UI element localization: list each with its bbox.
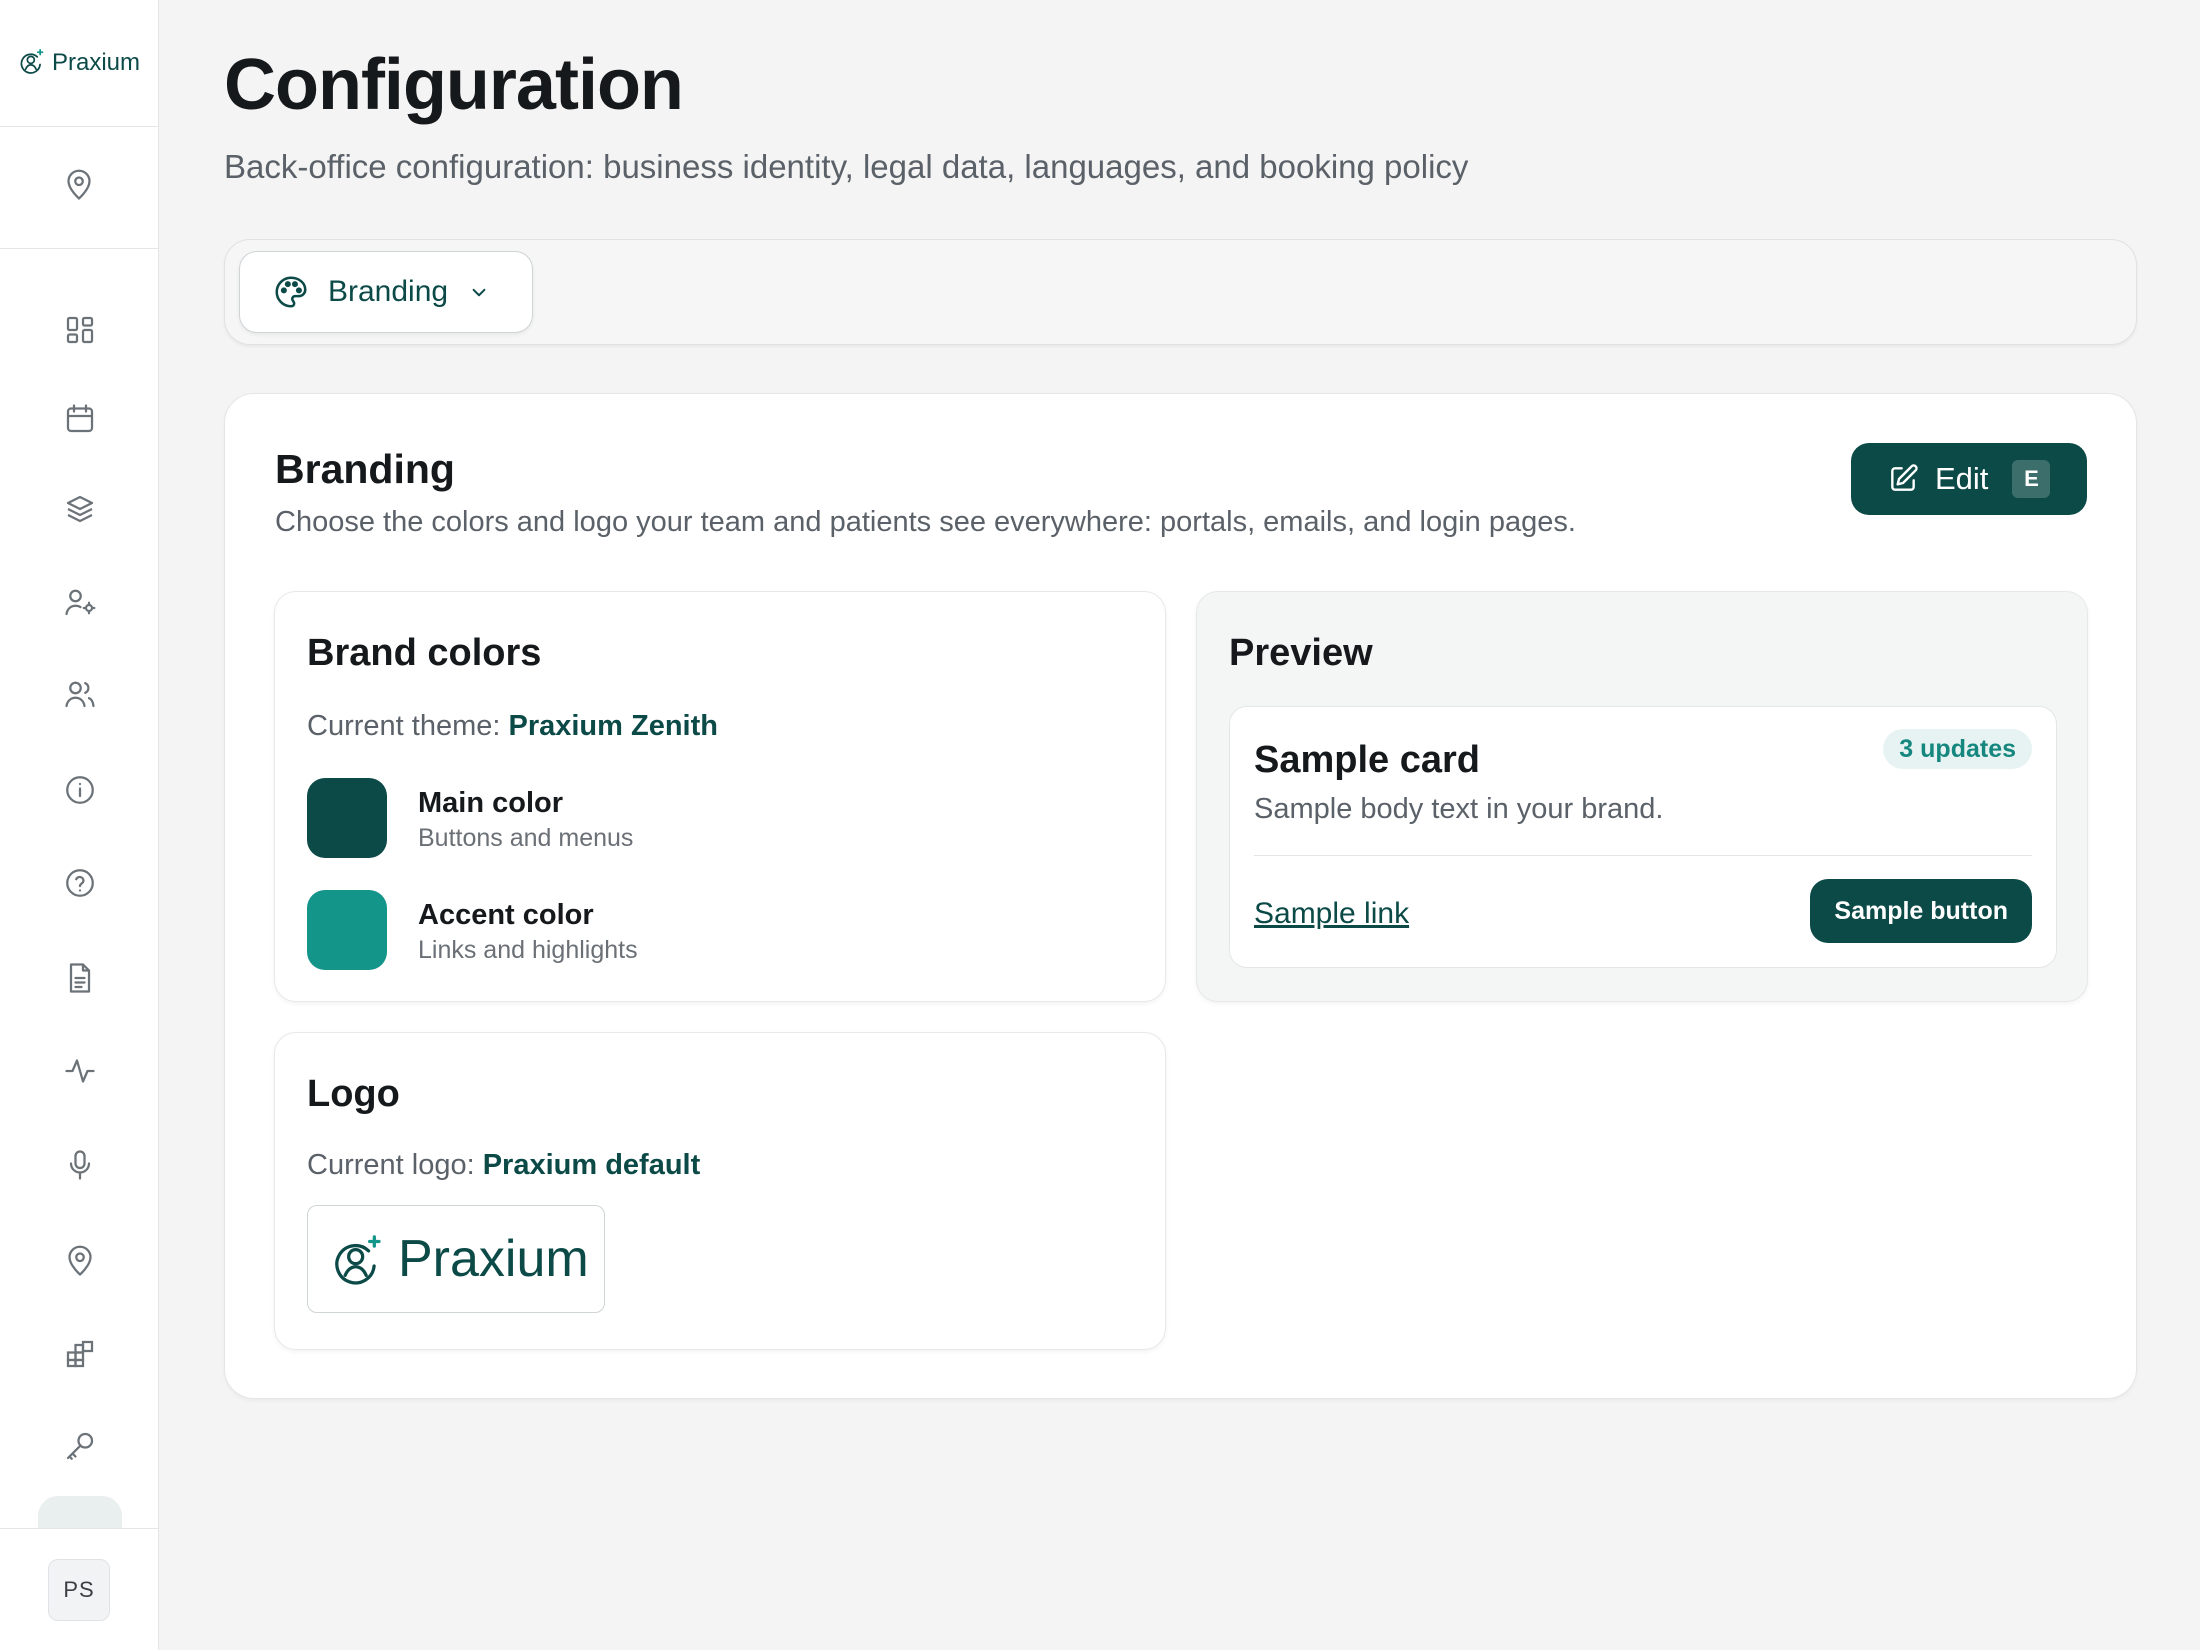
sample-card-body: Sample body text in your brand. — [1254, 793, 1664, 825]
sidebar-brand-name: Praxium — [51, 49, 141, 76]
preview-panel: Preview Sample card 3 updates Sample bod… — [1196, 591, 2088, 1002]
accent-color-name: Accent color — [418, 899, 594, 931]
page-subtitle: Back-office configuration: business iden… — [224, 148, 1469, 185]
sample-button[interactable]: Sample button — [1810, 879, 2032, 943]
brand-colors-panel: Brand colors Current theme: Praxium Zeni… — [274, 591, 1166, 1002]
logo-title: Logo — [307, 1073, 400, 1115]
dashboard-icon[interactable] — [58, 308, 102, 352]
sidebar: Praxium PS — [0, 0, 159, 1650]
section-tabbar: Branding — [224, 239, 2137, 345]
main-color-name: Main color — [418, 787, 564, 819]
branding-title: Branding — [275, 446, 455, 492]
calendar-icon[interactable] — [58, 397, 102, 441]
branding-description: Choose the colors and logo your team and… — [275, 506, 1576, 538]
current-logo-value: Praxium default — [482, 1149, 701, 1181]
edit-button-label: Edit — [1935, 461, 1989, 496]
layers-icon[interactable] — [58, 487, 102, 531]
current-logo-label: Current logo: — [307, 1149, 475, 1181]
praxium-logo-icon — [330, 1231, 386, 1287]
preview-title: Preview — [1229, 632, 1373, 674]
integrations-icon[interactable] — [58, 1332, 102, 1376]
avatar[interactable]: PS — [48, 1558, 110, 1621]
praxium-logo-icon — [18, 47, 46, 80]
sidebar-footer: PS — [0, 1528, 158, 1650]
info-icon[interactable] — [58, 768, 102, 812]
activity-icon[interactable] — [58, 1049, 102, 1093]
edit-button[interactable]: Edit E — [1851, 443, 2087, 515]
logo-wordmark: Praxium — [398, 1230, 589, 1288]
users-icon[interactable] — [58, 672, 102, 716]
current-theme-label: Current theme: — [307, 710, 501, 742]
user-settings-icon[interactable] — [58, 580, 102, 624]
sample-card: Sample card 3 updates Sample body text i… — [1229, 706, 2057, 968]
current-logo: Current logo: Praxium default — [307, 1149, 700, 1182]
current-theme: Current theme: Praxium Zenith — [307, 710, 718, 743]
sidebar-brand[interactable]: Praxium — [0, 0, 158, 127]
divider — [1254, 855, 2032, 856]
sidebar-location-selector[interactable] — [0, 127, 158, 249]
main-color-desc: Buttons and menus — [418, 824, 634, 852]
sample-card-title: Sample card — [1254, 739, 1480, 781]
document-icon[interactable] — [58, 956, 102, 1000]
edit-icon — [1887, 463, 1919, 495]
logo-preview: Praxium — [307, 1205, 605, 1313]
brand-colors-title: Brand colors — [307, 632, 542, 674]
section-select[interactable]: Branding — [239, 251, 533, 333]
map-pin-icon — [61, 167, 97, 208]
chevron-down-icon — [466, 279, 492, 305]
palette-icon — [272, 273, 310, 311]
main-color-swatch — [307, 778, 387, 858]
status-badge: 3 updates — [1883, 729, 2032, 769]
key-icon[interactable] — [58, 1424, 102, 1468]
section-select-label: Branding — [328, 275, 449, 308]
logo-panel: Logo Current logo: Praxium default Praxi… — [274, 1032, 1166, 1350]
page-title: Configuration — [224, 45, 684, 125]
map-pin-icon[interactable] — [58, 1239, 102, 1283]
sample-link[interactable]: Sample link — [1254, 897, 1409, 931]
help-icon[interactable] — [58, 861, 102, 905]
microphone-icon[interactable] — [58, 1143, 102, 1187]
edit-shortcut-hint: E — [2012, 460, 2051, 498]
accent-color-swatch — [307, 890, 387, 970]
current-theme-value: Praxium Zenith — [508, 710, 718, 742]
accent-color-desc: Links and highlights — [418, 936, 638, 964]
branding-card: Branding Choose the colors and logo your… — [224, 393, 2137, 1399]
